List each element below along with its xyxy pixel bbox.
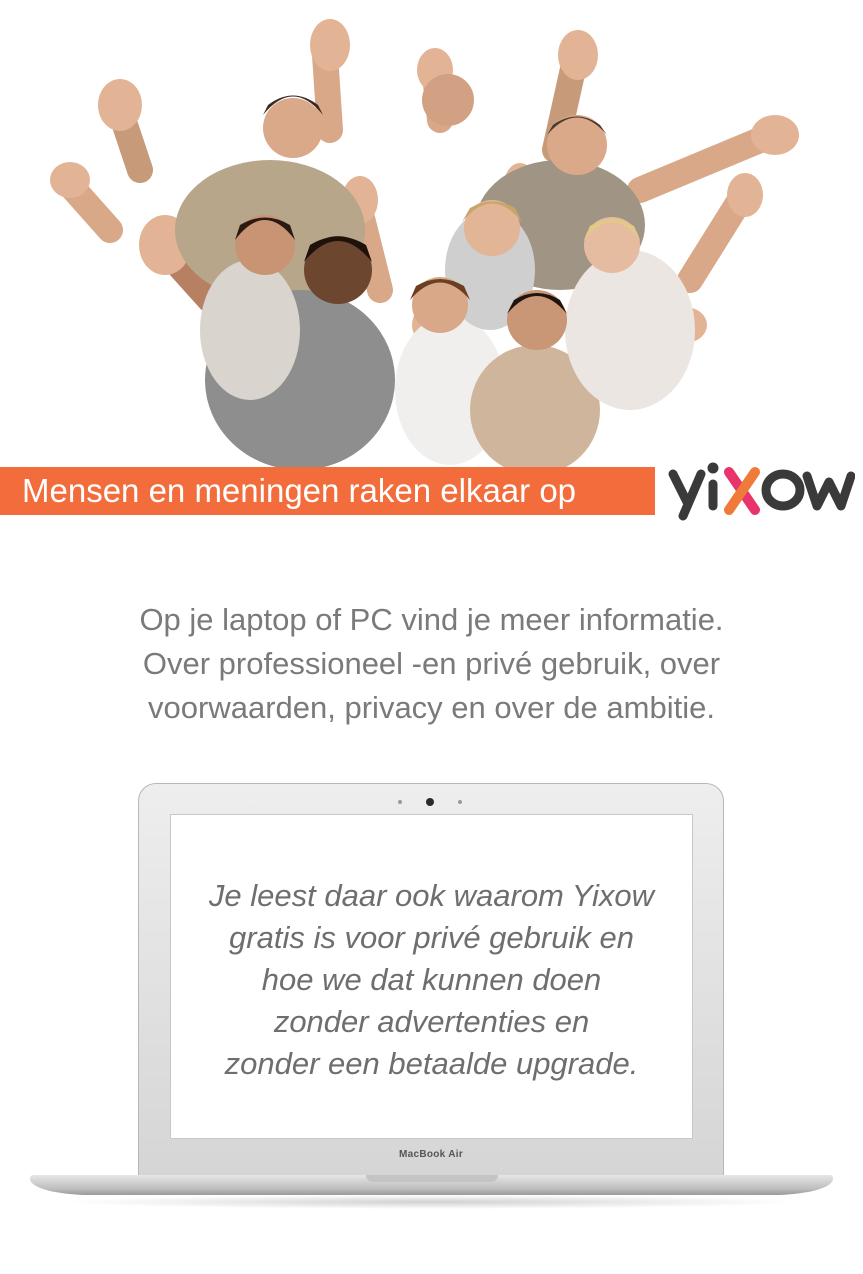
info-line: Op je laptop of PC vind je meer informat… — [139, 602, 724, 637]
laptop-screen-message: Je leest daar ook waarom Yixow gratis is… — [170, 875, 693, 1085]
hero-group-photo — [50, 19, 799, 470]
tagline-text: Mensen en meningen raken elkaar op — [22, 472, 577, 509]
laptop-sensor — [458, 800, 462, 804]
screen-line: hoe we dat kunnen doen — [261, 962, 602, 997]
info-line: Over professioneel -en privé gebruik, ov… — [142, 646, 721, 681]
screen-line: gratis is voor privé gebruik en — [229, 920, 634, 955]
laptop-shadow — [60, 1195, 803, 1209]
laptop-camera-icon — [426, 798, 434, 806]
tagline-banner: Mensen en meningen raken elkaar op — [0, 467, 655, 515]
laptop-sensor — [398, 800, 402, 804]
info-paragraph: Op je laptop of PC vind je meer informat… — [0, 598, 863, 730]
screen-line: zonder een betaalde upgrade. — [224, 1046, 639, 1081]
laptop-model-label: MacBook Air — [398, 1149, 464, 1160]
laptop-notch — [366, 1175, 498, 1182]
screen-line: zonder advertenties en — [273, 1004, 590, 1039]
yixow-logo[interactable] — [665, 452, 855, 527]
laptop-illustration: Je leest daar ook waarom Yixow gratis is… — [0, 775, 863, 1245]
info-line: voorwaarden, privacy en over de ambitie. — [148, 690, 715, 725]
screen-line: Je leest daar ook waarom Yixow — [208, 878, 655, 913]
